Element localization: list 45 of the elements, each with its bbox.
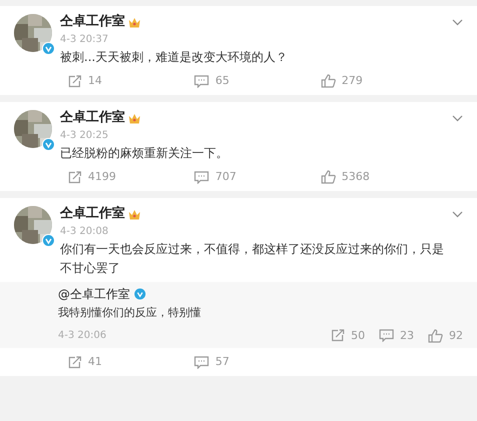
quoted-text: 我特别懂你们的反应，特别懂 <box>58 305 202 320</box>
comment-icon[interactable] <box>194 74 210 88</box>
share-icon[interactable] <box>68 356 82 368</box>
share-icon[interactable] <box>331 329 345 342</box>
verified-badge-icon <box>134 288 146 300</box>
like-button[interactable]: 279 <box>320 74 447 88</box>
crown-icon <box>128 16 141 28</box>
repost-button[interactable]: 4199 <box>68 170 194 184</box>
comment-button[interactable]: 65 <box>194 74 321 88</box>
post-time: 4-3 20:37 <box>60 33 108 46</box>
verified-badge-icon <box>42 42 55 55</box>
comment-button[interactable]: 707 <box>194 170 321 184</box>
comment-icon[interactable] <box>194 356 210 368</box>
post-time: 4-3 20:25 <box>60 129 108 142</box>
like-button[interactable]: 92 <box>428 328 463 342</box>
thumbs-up-icon[interactable] <box>428 328 443 342</box>
quoted-time: 4-3 20:06 <box>58 329 108 343</box>
chevron-down-icon[interactable] <box>452 18 463 26</box>
verified-badge-icon <box>42 138 55 151</box>
crown-icon <box>128 112 141 124</box>
post-text: 你们有一天也会反应过来，不值得，都这样了还没反应过来的你们，只是不甘心罢了 <box>60 241 445 277</box>
repost-button[interactable]: 14 <box>68 74 194 88</box>
comment-icon[interactable] <box>194 170 210 184</box>
chevron-down-icon[interactable] <box>452 210 463 218</box>
author-name[interactable]: 仝卓工作室 <box>60 206 125 222</box>
thumbs-up-icon[interactable] <box>320 170 336 184</box>
author-name[interactable]: 仝卓工作室 <box>60 110 125 126</box>
repost-button[interactable]: 50 <box>331 328 365 342</box>
quoted-post[interactable]: @仝卓工作室 我特别懂你们的反应，特别懂 4-3 20:06 50 23 92 <box>0 282 477 348</box>
comment-button[interactable]: 23 <box>379 328 414 342</box>
chevron-down-icon[interactable] <box>452 114 463 122</box>
verified-badge-icon <box>42 234 55 247</box>
author-name[interactable]: 仝卓工作室 <box>60 14 125 30</box>
thumbs-up-icon[interactable] <box>320 74 336 88</box>
post-text: 已经脱粉的麻烦重新关注一下。 <box>60 145 229 162</box>
repost-button[interactable]: 41 <box>68 355 194 369</box>
quoted-author[interactable]: @仝卓工作室 <box>58 286 130 302</box>
post-time: 4-3 20:08 <box>60 225 108 238</box>
like-button[interactable]: 5368 <box>320 170 447 184</box>
comment-icon[interactable] <box>379 329 394 342</box>
share-icon[interactable] <box>68 74 82 88</box>
post-text: 被刺...天天被刺，难道是改变大环境的人？ <box>60 49 288 66</box>
share-icon[interactable] <box>68 170 82 184</box>
comment-button[interactable]: 57 <box>194 355 321 369</box>
crown-icon <box>128 208 141 220</box>
